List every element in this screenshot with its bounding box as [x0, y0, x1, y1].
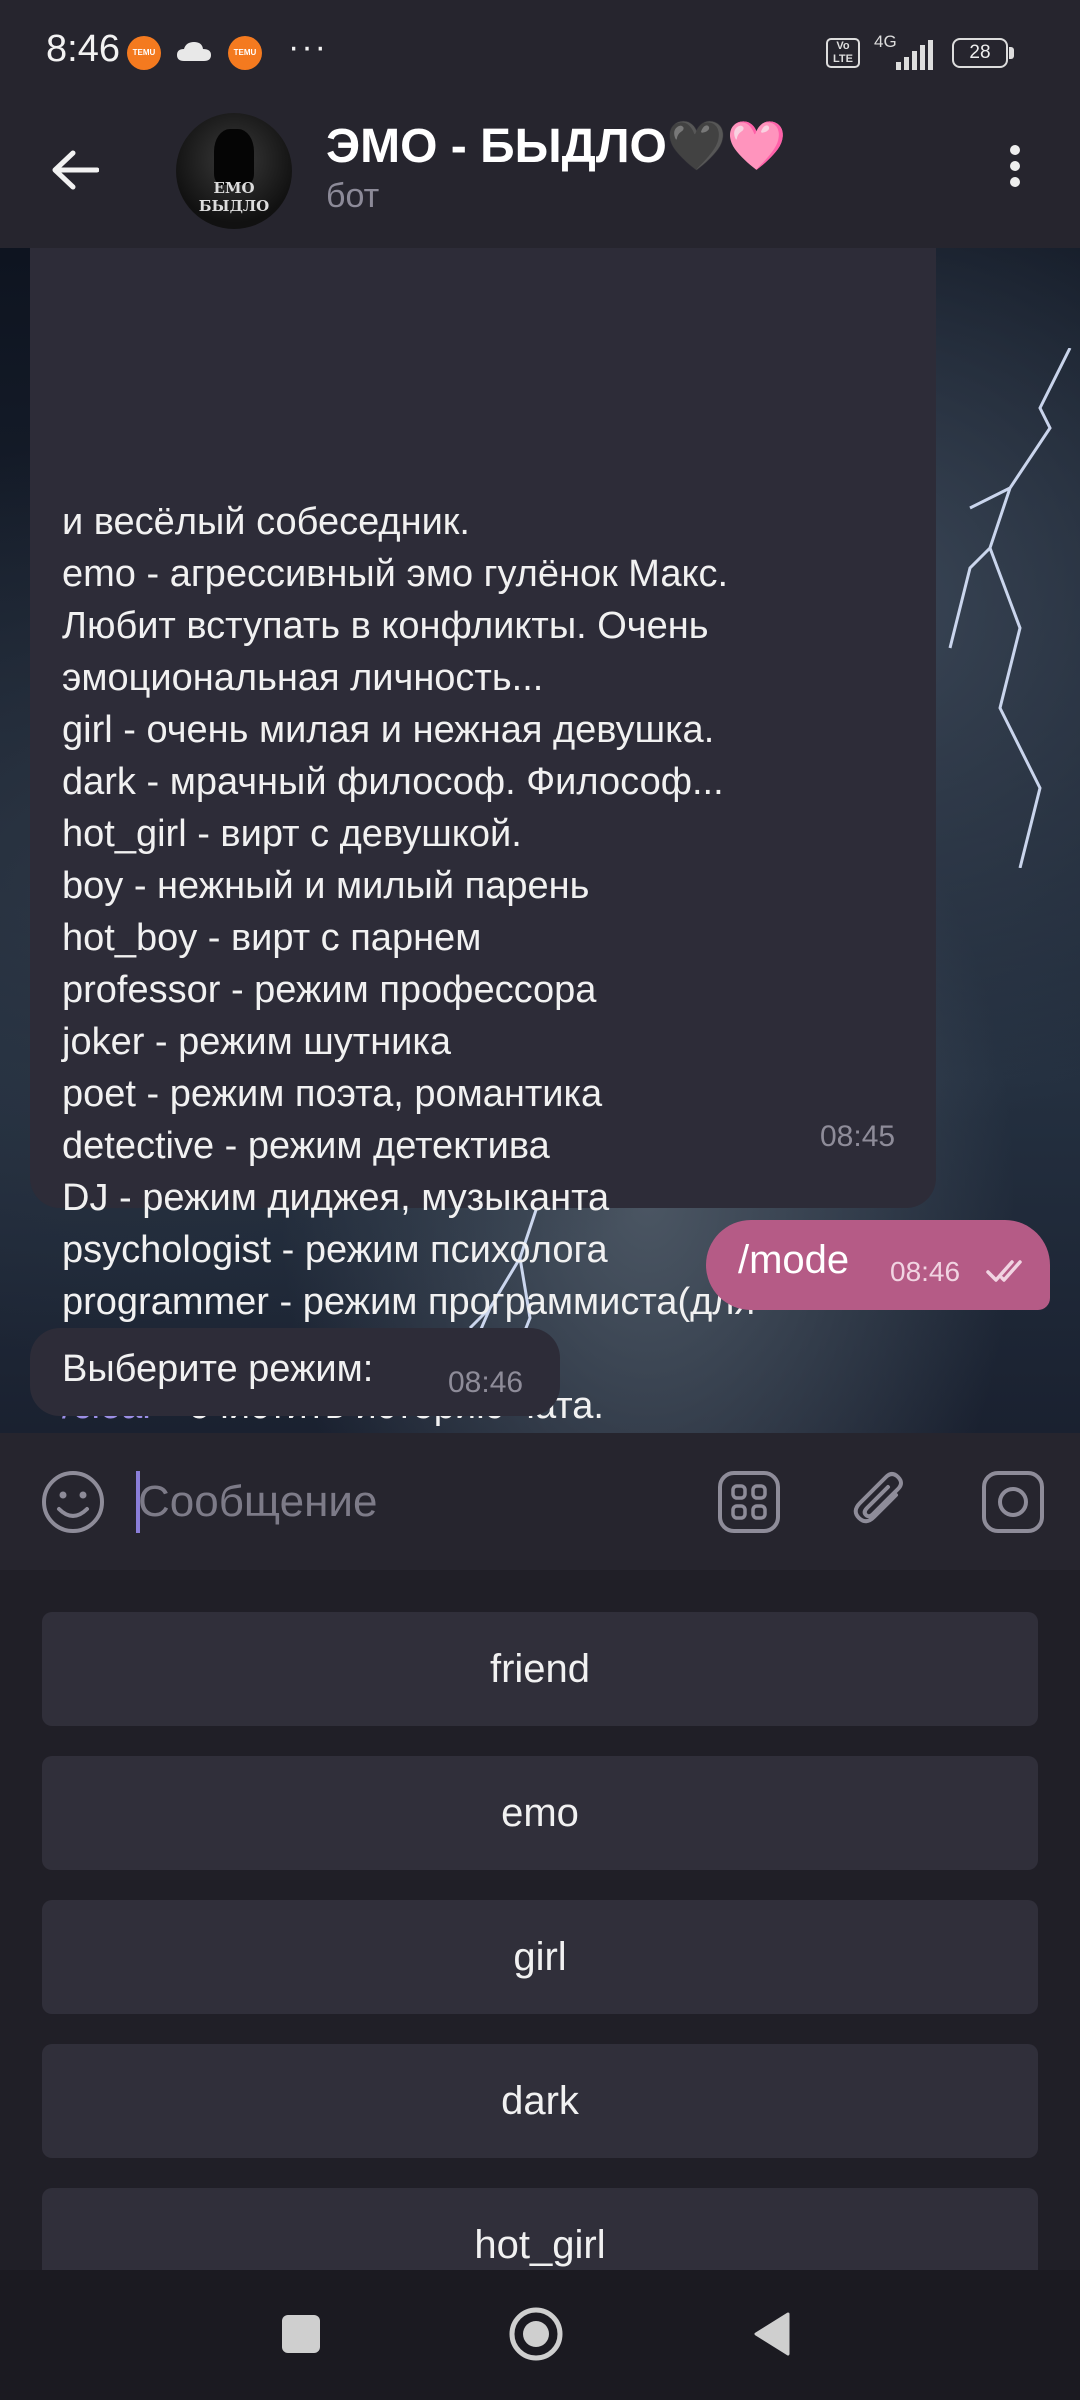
more-menu-button[interactable]: [990, 139, 1040, 209]
emoji-icon[interactable]: [40, 1469, 106, 1535]
bot-message-choose: Выберите режим: 08:46: [30, 1328, 560, 1416]
message-text: /mode: [738, 1238, 850, 1282]
user-message-mode: /mode 08:46: [706, 1220, 1050, 1310]
avatar[interactable]: ЕМО БЫДЛО: [176, 113, 292, 229]
home-icon[interactable]: [508, 2306, 564, 2362]
signal-icon: [896, 40, 933, 70]
temu-notification-icon: TEMU: [127, 36, 161, 70]
pink-heart-emoji: 🩷: [726, 120, 787, 173]
cloud-icon: [177, 42, 211, 61]
bot-message-modes: и весёлый собеседник. emo - агрессивный …: [30, 248, 936, 1427]
battery-level: 28: [969, 42, 991, 63]
chat-title-text: ЭМО - БЫДЛО: [326, 120, 667, 173]
message-input[interactable]: [136, 1465, 680, 1539]
message-line: Любит вступать в конфликты. Очень: [62, 605, 709, 647]
back-button[interactable]: [40, 135, 110, 205]
message-input-bar: [0, 1433, 1080, 1570]
status-bar: 8:46 TEMU TEMU ··· Vo LTE 4G 28: [0, 0, 1080, 105]
camera-icon[interactable]: [980, 1469, 1046, 1535]
message-time: 08:45: [820, 1120, 896, 1153]
status-time: 8:46: [46, 28, 120, 70]
message-line: professor - режим профессора: [62, 969, 597, 1011]
keyboard-button-girl[interactable]: girl: [42, 1900, 1038, 2014]
temu-notification-icon-2: TEMU: [228, 36, 262, 70]
keyboard-button-dark[interactable]: dark: [42, 2044, 1038, 2158]
message-line: hot_boy - вирт с парнем: [62, 917, 482, 959]
message-line: DJ - режим диджея, музыканта: [62, 1177, 610, 1219]
message-time: 08:46: [890, 1256, 961, 1287]
back-triangle-icon[interactable]: [750, 2310, 792, 2358]
message-line: joker - режим шутника: [62, 1021, 451, 1063]
chat-header: ЕМО БЫДЛО ЭМО - БЫДЛО🖤🩷 бот: [0, 105, 1080, 248]
bot-reply-keyboard: friend emo girl dark hot_girl: [0, 1570, 1080, 2270]
avatar-figure: [214, 129, 254, 185]
message-line: и весёлый собеседник.: [62, 501, 470, 543]
message-line: girl - очень милая и нежная девушка.: [62, 709, 715, 751]
keyboard-button-hot-girl[interactable]: hot_girl: [42, 2188, 1038, 2270]
recent-apps-icon[interactable]: [282, 2315, 320, 2353]
volte-icon: Vo LTE: [826, 38, 860, 68]
chat-title[interactable]: ЭМО - БЫДЛО🖤🩷: [326, 117, 786, 174]
keyboard-button-friend[interactable]: friend: [42, 1612, 1038, 1726]
message-line: emo - агрессивный эмо гулёнок Макс.: [62, 553, 729, 595]
message-line: boy - нежный и милый парень: [62, 865, 590, 907]
keyboard-button-emo[interactable]: emo: [42, 1756, 1038, 1870]
message-line: hot_girl - вирт с девушкой.: [62, 813, 522, 855]
paperclip-icon[interactable]: [848, 1467, 914, 1537]
system-navigation-bar: [0, 2270, 1080, 2400]
text-caret: [136, 1471, 140, 1533]
lightning-decoration: [948, 348, 1072, 868]
read-checkmarks-icon: [986, 1260, 1022, 1282]
message-line: эмоциональная личность...: [62, 657, 544, 699]
message-line: poet - режим поэта, романтика: [62, 1073, 603, 1115]
arrow-left-icon: [52, 150, 99, 190]
message-line: dark - мрачный философ. Философ...: [62, 761, 724, 803]
chat-subtitle: бот: [326, 177, 380, 215]
avatar-logo-text: ЕМО БЫДЛО: [198, 179, 270, 215]
black-heart-emoji: 🖤: [666, 120, 727, 173]
message-time: 08:46: [448, 1366, 524, 1399]
message-text: Выберите режим:: [62, 1348, 374, 1390]
battery-icon: 28: [952, 38, 1014, 70]
message-line: detective - режим детектива: [62, 1125, 550, 1167]
bot-keyboard-icon[interactable]: [716, 1469, 782, 1535]
more-notifications-icon: ···: [288, 28, 328, 66]
chat-area[interactable]: и весёлый собеседник. emo - агрессивный …: [0, 248, 1080, 1433]
